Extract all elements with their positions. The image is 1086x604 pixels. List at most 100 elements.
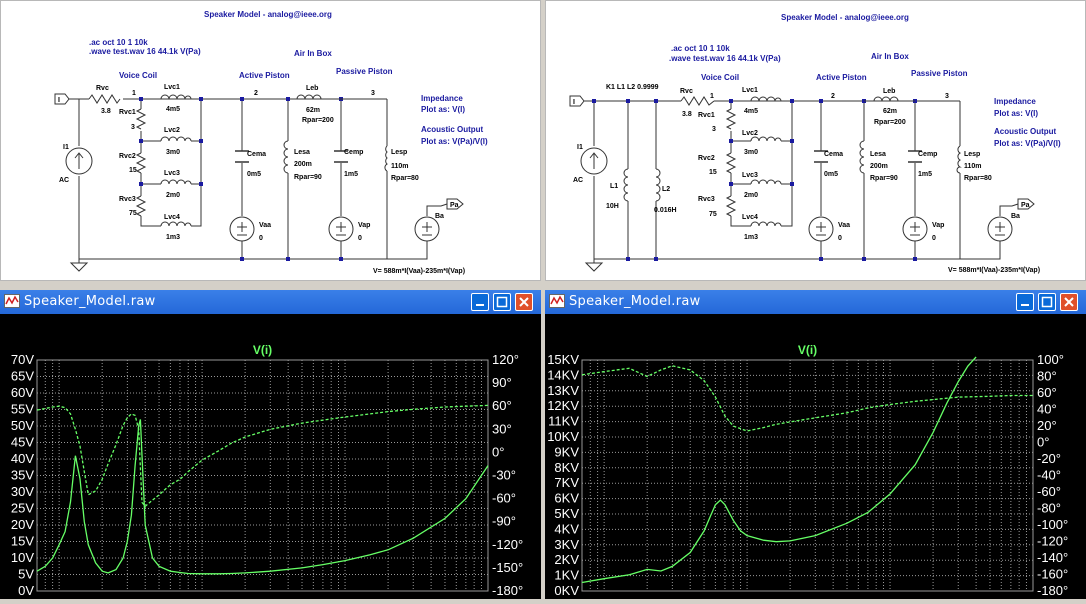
left-plot-area[interactable]: V(i) 0V 5V 10V 15V 20V 25V 30V 35V 40V 45V 50V 55V 60… — [0, 314, 541, 604]
y2-tick-label: -140° — [1037, 550, 1068, 565]
right-plot-window[interactable]: Speaker_Model.raw V(i) 0KV 1KV 2KV 3KV 4KV 5KV… — [545, 290, 1086, 604]
y2-tick-label: -90° — [492, 514, 516, 529]
minimize-button[interactable] — [471, 293, 489, 311]
y-tick-label: 8KV — [554, 460, 579, 475]
close-button[interactable] — [1060, 293, 1078, 311]
right-plot-titlebar[interactable]: Speaker_Model.raw — [545, 290, 1086, 314]
left-i-flag: I — [58, 97, 60, 104]
right-lvc3-label: Lvc3 — [742, 172, 758, 179]
y2-tick-label: -180° — [492, 583, 523, 598]
right-lvc2-value: 3m0 — [744, 149, 758, 156]
left-section-air-in-box: Air In Box — [294, 49, 332, 58]
right-section-voice-coil: Voice Coil — [701, 73, 739, 82]
y2-tick-label: -20° — [1037, 451, 1061, 466]
right-i1-value: AC — [573, 177, 583, 184]
left-node2: 2 — [254, 90, 258, 97]
left-lvc2-label: Lvc2 — [164, 127, 180, 134]
right-schematic-pane[interactable]: Speaker Model - analog@ieee.org .ac oct … — [545, 0, 1086, 281]
left-section-active-piston: Active Piston — [239, 71, 290, 80]
left-lesa-value: 200m — [294, 161, 312, 168]
waveform-icon — [549, 294, 565, 308]
left-rvc3-value: 75 — [129, 210, 137, 217]
y-tick-label: 14KV — [547, 367, 579, 382]
y-tick-label: 2KV — [554, 552, 579, 567]
right-cemp-label: Cemp — [918, 151, 937, 158]
right-lvc4-label: Lvc4 — [742, 214, 758, 221]
maximize-button[interactable] — [493, 293, 511, 311]
maximize-button[interactable] — [1038, 293, 1056, 311]
left-lvc1-label: Lvc1 — [164, 84, 180, 91]
close-icon — [519, 297, 529, 307]
y2-tick-label: 60° — [1037, 385, 1057, 400]
left-plot-titlebar[interactable]: Speaker_Model.raw — [0, 290, 541, 314]
left-rvc-value: 3.8 — [101, 108, 111, 115]
left-i1-label: I1 — [63, 144, 69, 151]
right-schematic-canvas[interactable]: Speaker Model - analog@ieee.org .ac oct … — [546, 1, 1086, 281]
right-lvc1-label: Lvc1 — [742, 87, 758, 94]
right-cemp-value: 1m5 — [918, 171, 932, 178]
right-rvc-value: 3.8 — [682, 111, 692, 118]
chart-title: V(i) — [253, 343, 272, 357]
left-vap-label: Vap — [358, 222, 370, 229]
left-lvc3-label: Lvc3 — [164, 170, 180, 177]
y-tick-label: 13KV — [547, 383, 579, 398]
y2-tick-label: 80° — [1037, 369, 1057, 384]
right-lesp-value: 110m — [964, 163, 982, 170]
y2-tick-label: -160° — [1037, 567, 1068, 582]
right-header: Speaker Model - analog@ieee.org — [781, 13, 909, 22]
right-leb-value: 62m — [883, 108, 897, 115]
left-note-plot-vi: Plot as: V(I) — [421, 105, 465, 114]
y2-tick-label: -120° — [1037, 534, 1068, 549]
left-lvc3-value: 2m0 — [166, 192, 180, 199]
y2-tick-label: -180° — [1037, 583, 1068, 598]
right-plot-svg[interactable]: V(i) 0KV1KV2KV3KV4KV5KV6KV7KV8KV9KV10KV11… — [545, 314, 1086, 604]
left-section-passive-piston: Passive Piston — [336, 67, 393, 76]
right-directive-ac: .ac oct 10 1 10k — [671, 44, 730, 53]
y-tick-label: 45V — [11, 435, 34, 450]
left-schematic-canvas[interactable]: Speaker Model - analog@ieee.org .ac oct … — [1, 1, 541, 281]
right-rvc2-label: Rvc2 — [698, 155, 715, 162]
right-leb-label: Leb — [883, 88, 895, 95]
y2-tick-label: -100° — [1037, 517, 1068, 532]
y2-tick-label: 60° — [492, 398, 512, 413]
right-lvc3-value: 2m0 — [744, 192, 758, 199]
left-plot-svg[interactable]: V(i) 0V5V 10V15V 20V25V 30V35V 40V45V 50V55V 60… — [0, 314, 541, 604]
close-icon — [1064, 297, 1074, 307]
minimize-button[interactable] — [1016, 293, 1034, 311]
left-plot-title: Speaker_Model.raw — [24, 294, 156, 309]
left-lvc1-value: 4m5 — [166, 106, 180, 113]
right-l1-value: 10H — [606, 203, 619, 210]
y2-tick-label: 30° — [492, 421, 512, 436]
y2-tick-label: 0° — [492, 444, 504, 459]
right-plot-area[interactable]: V(i) 0KV 1KV 2KV 3KV 4KV 5KV 6KV 7KV 8KV 9KV 10KV 11… — [545, 314, 1086, 604]
y-tick-label: 70V — [11, 352, 34, 367]
left-schematic-pane[interactable]: Speaker Model - analog@ieee.org .ac oct … — [0, 0, 541, 281]
right-i1-label: I1 — [577, 144, 583, 151]
right-lvc4-value: 1m3 — [744, 234, 758, 241]
right-lesa-value: 200m — [870, 163, 888, 170]
right-note-plot-vi: Plot as: V(I) — [994, 109, 1038, 118]
right-directive-k: K1 L1 L2 0.9999 — [606, 84, 659, 91]
y-tick-label: 50V — [11, 418, 34, 433]
left-lesp-label: Lesp — [391, 149, 407, 156]
minimize-icon — [476, 304, 484, 306]
left-plot-window[interactable]: Speaker_Model.raw V(i) 0V 5V 10V 15V 20V 25V 30… — [0, 290, 541, 604]
maximize-icon — [496, 296, 508, 308]
left-rvc2-value: 15 — [129, 167, 137, 174]
right-lvc1-value: 4m5 — [744, 108, 758, 115]
y2-tick-label: 20° — [1037, 418, 1057, 433]
left-leb-value: 62m — [306, 107, 320, 114]
right-l1-label: L1 — [610, 183, 618, 190]
y-tick-label: 65V — [11, 369, 34, 384]
left-vap-value: 0 — [358, 235, 362, 242]
left-directive-ac: .ac oct 10 1 10k — [89, 38, 148, 47]
close-button[interactable] — [515, 293, 533, 311]
y-tick-label: 4KV — [554, 521, 579, 536]
phase-trace — [36, 404, 489, 508]
left-note-impedance: Impedance — [421, 94, 463, 103]
right-l2-value: 0.016H — [654, 207, 677, 214]
left-cema-value: 0m5 — [247, 171, 261, 178]
left-note-acoustic: Acoustic Output — [421, 125, 484, 134]
left-lvc4-label: Lvc4 — [164, 214, 180, 221]
y-tick-label: 55V — [11, 402, 34, 417]
